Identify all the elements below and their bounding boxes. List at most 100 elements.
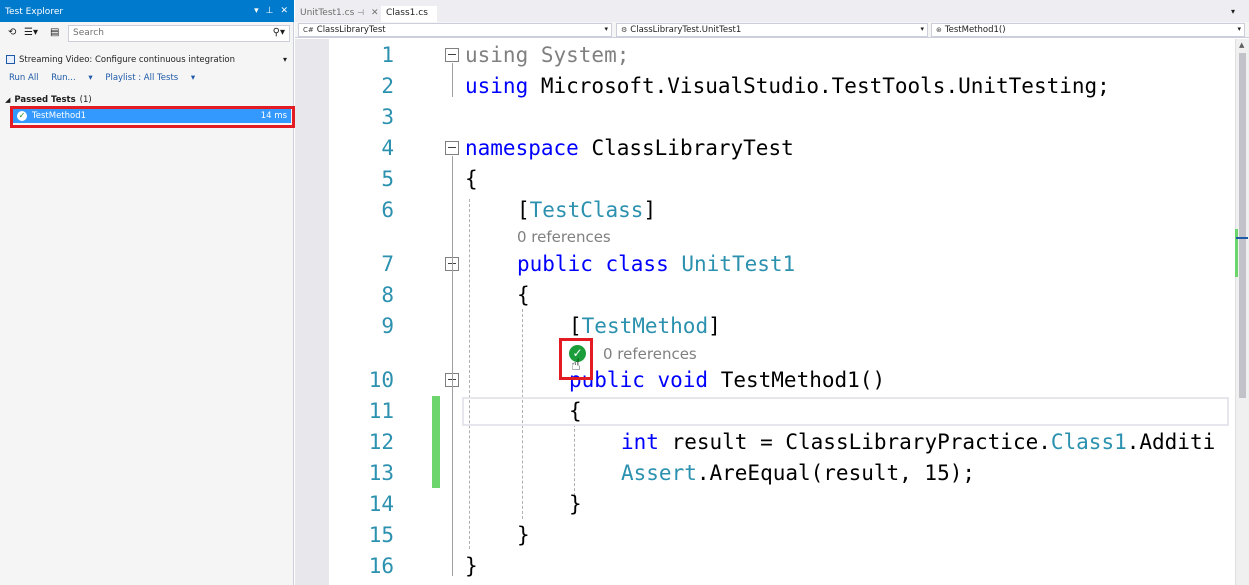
- code-text: }: [569, 492, 582, 516]
- code-line-5: {: [465, 167, 478, 191]
- close-icon[interactable]: ✕: [371, 8, 379, 18]
- document-tab-strip: UnitTest1.cs ⊣ ✕ Class1.cs ▾: [295, 0, 1249, 22]
- caret-marker: [1236, 237, 1248, 239]
- pin-icon[interactable]: ⊥: [266, 6, 274, 16]
- test-explorer-title: Test Explorer: [5, 7, 64, 17]
- run-all-link[interactable]: Run All: [9, 73, 39, 83]
- line-number: 5: [381, 167, 394, 191]
- code-text: {: [465, 167, 478, 191]
- indent-guide: [574, 424, 575, 496]
- code-text: ]: [643, 198, 657, 222]
- annotation-highlight-box: [10, 106, 295, 128]
- close-icon[interactable]: ✕: [280, 6, 288, 16]
- type-value: ClassLibraryTest.UnitTest1: [630, 25, 742, 35]
- collapse-toggle-icon[interactable]: [445, 48, 459, 62]
- line-number: 11: [368, 399, 394, 423]
- project-icon: C#: [303, 26, 314, 34]
- tab-class1[interactable]: Class1.cs: [381, 6, 437, 22]
- chevron-down-icon[interactable]: ▾: [1237, 25, 1241, 33]
- test-explorer-title-bar: Test Explorer ▾ ⊥ ✕: [0, 0, 294, 22]
- line-number: 3: [381, 105, 394, 129]
- code-text: System;: [528, 43, 630, 67]
- code-text: {: [569, 399, 582, 423]
- playlist-menu[interactable]: Playlist : All Tests ▾: [105, 73, 195, 83]
- scroll-up-icon[interactable]: ▲: [1239, 41, 1244, 49]
- test-explorer-toolbar: ⟲ ☰▾ ▤ Search ⚲▾: [0, 24, 294, 44]
- passed-tests-group[interactable]: ◢ Passed Tests (1): [5, 95, 92, 105]
- method-icon: ⊛: [936, 26, 942, 34]
- code-text: [: [569, 314, 582, 338]
- code-line-14: }: [569, 492, 582, 516]
- line-number: 10: [368, 368, 394, 392]
- project-dropdown[interactable]: C# ClassLibraryTest ▾: [298, 23, 612, 37]
- line-number: 12: [368, 430, 394, 454]
- code-text: Microsoft.VisualStudio.TestTools.UnitTes…: [528, 74, 1110, 98]
- collapse-toggle-icon[interactable]: [445, 141, 459, 155]
- code-text: ]: [708, 314, 721, 338]
- pin-icon[interactable]: ⊣: [357, 8, 364, 17]
- editor-text-area[interactable]: 1 2 3 4 5 6 7 8 9 10 11 12 13 14 15 16 u…: [295, 39, 1235, 585]
- test-settings-icon[interactable]: ▤: [50, 27, 59, 38]
- code-text: ClassLibraryTest: [578, 136, 794, 160]
- codelens-references[interactable]: 0 references: [517, 227, 611, 247]
- streaming-video-link[interactable]: Streaming Video: Configure continuous in…: [19, 55, 235, 65]
- test-actions-bar: Run All Run... ▾ Playlist : All Tests ▾: [9, 73, 205, 83]
- chevron-down-icon[interactable]: ▾: [1231, 7, 1235, 16]
- tab-label: Class1.cs: [386, 8, 428, 18]
- code-editor[interactable]: 1 2 3 4 5 6 7 8 9 10 11 12 13 14 15 16 u…: [295, 39, 1249, 585]
- code-text: }: [517, 523, 530, 547]
- code-text: TestMethod1(): [708, 368, 886, 392]
- codelens-references[interactable]: 0 references: [603, 344, 697, 364]
- navigation-bar: C# ClassLibraryTest ▾ ⚙ ClassLibraryTest.U…: [295, 22, 1249, 38]
- keyword: int: [621, 430, 659, 454]
- code-text: {: [517, 283, 530, 307]
- code-line-15: }: [517, 523, 530, 547]
- indent-guide: [469, 199, 470, 549]
- line-number: 4: [381, 136, 394, 160]
- code-line-1: using System;: [465, 43, 629, 67]
- code-line-8: {: [517, 283, 530, 307]
- code-line-7: public class UnitTest1: [517, 252, 795, 276]
- chevron-down-icon[interactable]: ▾: [604, 25, 608, 33]
- code-line-2: using Microsoft.VisualStudio.TestTools.U…: [465, 74, 1110, 98]
- code-line-4: namespace ClassLibraryTest: [465, 136, 794, 160]
- run-menu[interactable]: Run... ▾: [51, 73, 92, 83]
- code-line-11: {: [569, 399, 582, 423]
- vertical-scrollbar[interactable]: ▲: [1235, 39, 1249, 585]
- member-dropdown[interactable]: ⊛ TestMethod1() ▾: [931, 23, 1245, 37]
- type-name: UnitTest1: [681, 252, 796, 276]
- line-number: 1: [381, 43, 394, 67]
- scrollbar-thumb[interactable]: [1239, 53, 1246, 398]
- search-input[interactable]: Search ⚲▾: [68, 25, 290, 42]
- attribute-name: TestMethod: [581, 314, 709, 338]
- expand-arrow-icon[interactable]: ◢: [5, 96, 10, 104]
- line-number: 2: [381, 74, 394, 98]
- code-line-10: public void TestMethod1(): [569, 368, 885, 392]
- refresh-tests-icon[interactable]: ⟲: [8, 27, 16, 38]
- code-text: }: [465, 554, 478, 578]
- type-name: Assert: [621, 461, 697, 485]
- code-line-6: [TestClass]: [517, 198, 656, 222]
- video-icon: [6, 55, 15, 64]
- tab-label: UnitTest1.cs: [300, 8, 355, 18]
- search-icon[interactable]: ⚲▾: [273, 27, 285, 38]
- window-position-icon[interactable]: ▾: [254, 6, 259, 16]
- line-number: 9: [381, 314, 394, 338]
- streaming-video-notice[interactable]: Streaming Video: Configure continuous in…: [6, 55, 291, 69]
- keyword: namespace: [465, 136, 579, 160]
- code-line-12: int result = ClassLibraryPractice.Class1…: [621, 430, 1215, 454]
- tab-unittest1[interactable]: UnitTest1.cs ⊣ ✕: [295, 6, 383, 22]
- changed-lines-indicator: [432, 396, 440, 488]
- line-number: 14: [368, 492, 394, 516]
- member-value: TestMethod1(): [944, 25, 1006, 35]
- type-dropdown[interactable]: ⚙ ClassLibraryTest.UnitTest1 ▾: [616, 23, 928, 37]
- attribute-name: TestClass: [529, 198, 644, 222]
- chevron-down-icon[interactable]: ▾: [283, 55, 287, 64]
- type-name: Class1: [1050, 430, 1127, 454]
- code-line-9: [TestMethod]: [569, 314, 721, 338]
- group-by-icon[interactable]: ☰▾: [24, 27, 38, 38]
- chevron-down-icon[interactable]: ▾: [920, 25, 924, 33]
- playlist-menu-label: Playlist : All Tests: [105, 73, 179, 83]
- code-text: result = ClassLibraryPractice.: [658, 430, 1051, 454]
- group-count: (1): [79, 95, 92, 105]
